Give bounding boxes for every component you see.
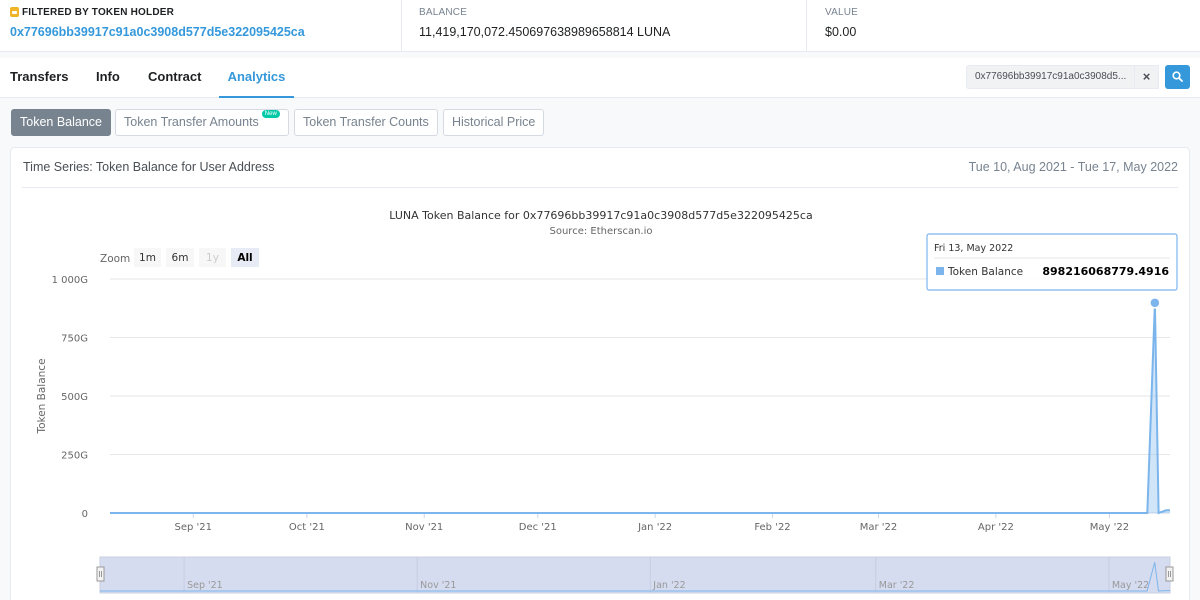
chart-tooltip: Fri 13, May 2022 Token Balance 898216068… (926, 233, 1178, 291)
y-axis-title: Token Balance (36, 358, 48, 434)
y-tick-label: 0 (82, 509, 88, 520)
zoom-1m-label: 1m (139, 252, 156, 264)
zoom-6m-label: 6m (172, 252, 189, 264)
zoom-label: Zoom (100, 253, 130, 265)
tooltip-series-name: Token Balance (947, 266, 1023, 278)
chart-title: LUNA Token Balance for 0x77696bb39917c91… (389, 209, 812, 222)
x-tick-label: Feb '22 (754, 522, 790, 533)
navigator-label: Jan '22 (652, 580, 685, 591)
y-tick-label: 250G (61, 451, 88, 462)
zoom-1y-button[interactable]: 1y (199, 248, 226, 267)
navigator-label: Mar '22 (879, 580, 915, 591)
x-tick-label: Dec '21 (519, 522, 557, 533)
x-tick-label: Nov '21 (405, 522, 443, 533)
token-balance-chart: LUNA Token Balance for 0x77696bb39917c91… (36, 209, 1178, 594)
zoom-1y-label: 1y (206, 252, 219, 264)
zoom-all-button[interactable]: All (231, 248, 259, 267)
zoom-1m-button[interactable]: 1m (134, 248, 161, 267)
chart-subtitle: Source: Etherscan.io (550, 226, 653, 237)
x-tick-label: Jan '22 (637, 522, 672, 533)
y-tick-label: 1 000G (52, 275, 88, 286)
tooltip-value: 898216068779.4916 (1042, 265, 1169, 278)
navigator-left-handle[interactable] (96, 566, 105, 582)
x-tick-label: May '22 (1090, 522, 1129, 533)
tooltip-series-swatch (936, 267, 944, 275)
x-tick-label: Apr '22 (978, 522, 1014, 533)
x-tick-label: Oct '21 (289, 522, 325, 533)
series-area (110, 302, 1170, 513)
highlighted-point (1149, 297, 1161, 309)
navigator-right-handle[interactable] (1165, 566, 1174, 582)
navigator-label: May '22 (1112, 580, 1149, 591)
y-tick-label: 750G (61, 334, 88, 345)
zoom-6m-button[interactable]: 6m (166, 248, 194, 267)
zoom-all-label: All (237, 252, 252, 264)
x-tick-label: Mar '22 (860, 522, 898, 533)
series-line (110, 302, 1170, 515)
navigator-label: Nov '21 (420, 580, 456, 591)
x-tick-label: Sep '21 (175, 522, 213, 533)
tooltip-date: Fri 13, May 2022 (934, 243, 1013, 254)
navigator-label: Sep '21 (187, 580, 223, 591)
y-tick-label: 500G (61, 392, 88, 403)
range-navigator[interactable]: Sep '21 Nov '21 Jan '22 Mar '22 May '22 (96, 556, 1174, 594)
